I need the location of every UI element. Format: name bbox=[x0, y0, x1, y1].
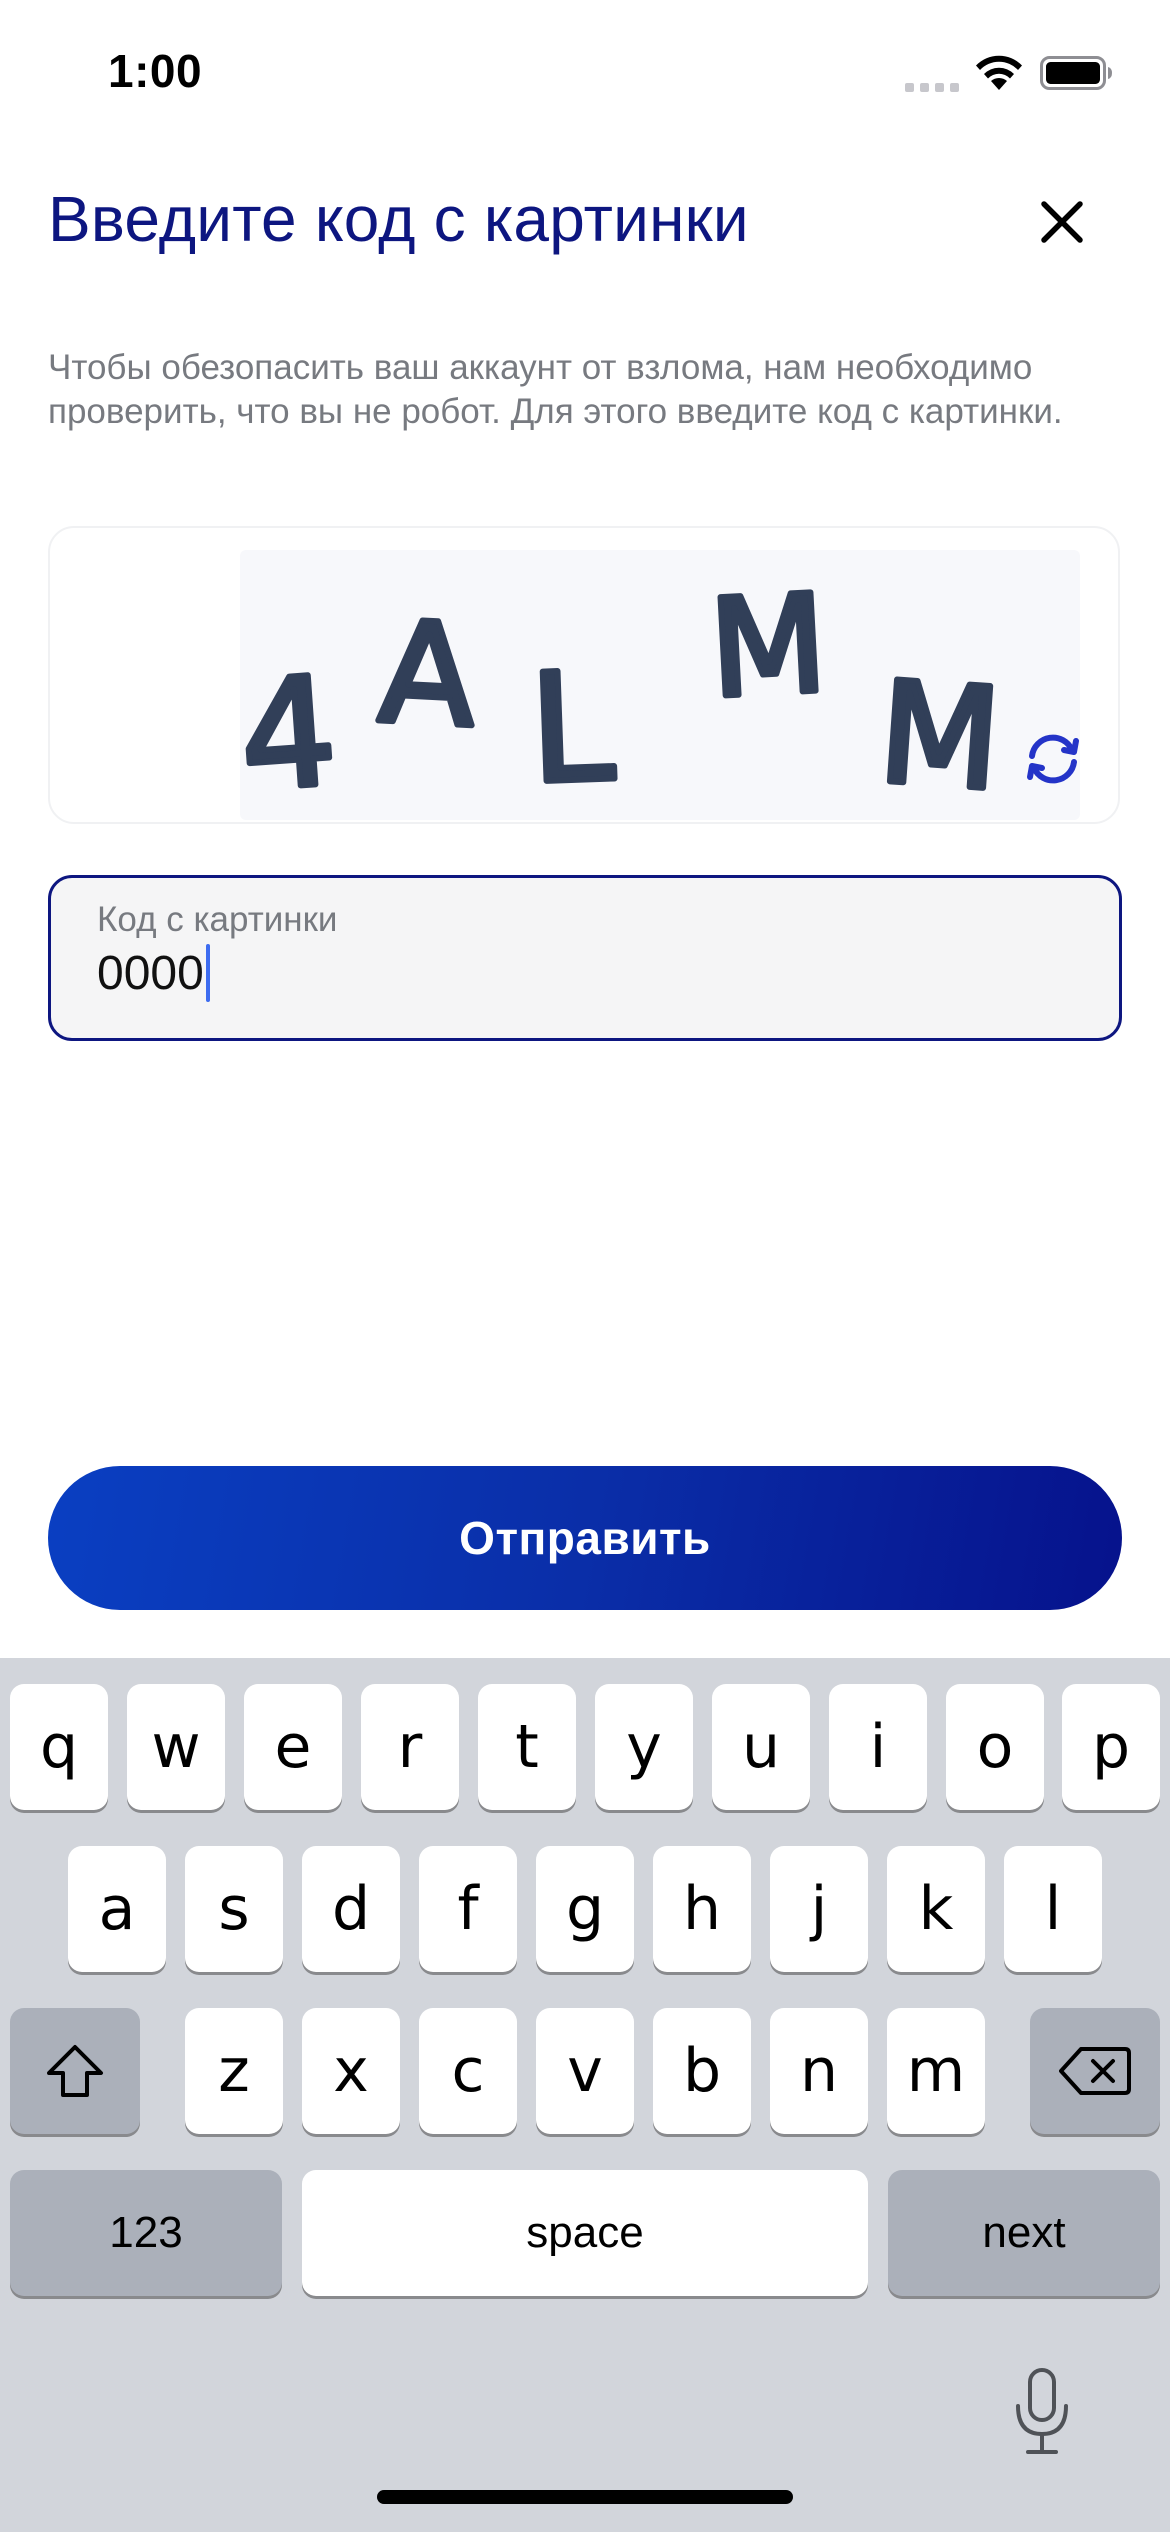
key-p[interactable]: p bbox=[1062, 1684, 1160, 1810]
status-time: 1:00 bbox=[108, 45, 203, 97]
key-j[interactable]: j bbox=[770, 1846, 868, 1972]
key-k[interactable]: k bbox=[887, 1846, 985, 1972]
key-q[interactable]: q bbox=[10, 1684, 108, 1810]
key-f[interactable]: f bbox=[419, 1846, 517, 1972]
cellular-signal-icon bbox=[905, 78, 961, 92]
shift-key[interactable] bbox=[10, 2008, 140, 2134]
key-o[interactable]: o bbox=[946, 1684, 1044, 1810]
captcha-char-3: L bbox=[527, 641, 617, 818]
key-i[interactable]: i bbox=[829, 1684, 927, 1810]
key-y[interactable]: y bbox=[595, 1684, 693, 1810]
wifi-icon bbox=[976, 55, 1022, 90]
key-r[interactable]: r bbox=[361, 1684, 459, 1810]
microphone-icon[interactable] bbox=[1010, 2366, 1074, 2456]
input-text: 0000 bbox=[97, 946, 204, 1000]
captcha-char-2: A bbox=[375, 591, 479, 759]
backspace-key[interactable] bbox=[1030, 2008, 1160, 2134]
key-l[interactable]: l bbox=[1004, 1846, 1102, 1972]
backspace-icon bbox=[1059, 2047, 1131, 2095]
numbers-key[interactable]: 123 bbox=[10, 2170, 282, 2296]
home-indicator bbox=[377, 2490, 793, 2504]
refresh-icon[interactable] bbox=[1020, 726, 1086, 792]
close-icon[interactable] bbox=[1030, 190, 1094, 254]
captcha-char-5: M bbox=[874, 652, 1006, 823]
input-label: Код с картинки bbox=[97, 900, 338, 939]
input-value[interactable]: 0000 bbox=[97, 944, 210, 1002]
captcha-code-input[interactable]: Код с картинки 0000 bbox=[48, 875, 1122, 1041]
key-g[interactable]: g bbox=[536, 1846, 634, 1972]
key-a[interactable]: a bbox=[68, 1846, 166, 1972]
next-key[interactable]: next bbox=[888, 2170, 1160, 2296]
key-w[interactable]: w bbox=[127, 1684, 225, 1810]
shift-icon bbox=[47, 2045, 103, 2097]
captcha-characters: 4 A L M M bbox=[232, 562, 1009, 824]
key-b[interactable]: b bbox=[653, 2008, 751, 2134]
key-v[interactable]: v bbox=[536, 2008, 634, 2134]
key-t[interactable]: t bbox=[478, 1684, 576, 1810]
description-text: Чтобы обезопасить ваш аккаунт от взлома,… bbox=[48, 348, 1063, 431]
captcha-char-4: M bbox=[706, 565, 831, 728]
text-caret bbox=[205, 944, 210, 1002]
key-u[interactable]: u bbox=[712, 1684, 810, 1810]
key-c[interactable]: c bbox=[419, 2008, 517, 2134]
key-s[interactable]: s bbox=[185, 1846, 283, 1972]
key-m[interactable]: m bbox=[887, 2008, 985, 2134]
key-d[interactable]: d bbox=[302, 1846, 400, 1972]
captcha-char-1: 4 bbox=[235, 645, 342, 824]
key-e[interactable]: e bbox=[244, 1684, 342, 1810]
battery-icon bbox=[1040, 56, 1112, 90]
submit-button[interactable]: Отправить bbox=[48, 1466, 1122, 1610]
key-z[interactable]: z bbox=[185, 2008, 283, 2134]
key-x[interactable]: x bbox=[302, 2008, 400, 2134]
key-h[interactable]: h bbox=[653, 1846, 751, 1972]
page-title: Введите код с картинки bbox=[48, 183, 749, 255]
keyboard: q w e r t y u i o p a s d f g h j k l z … bbox=[0, 1658, 1170, 2532]
key-n[interactable]: n bbox=[770, 2008, 868, 2134]
captcha-image-box: 4 A L M M bbox=[48, 526, 1120, 824]
space-key[interactable]: space bbox=[302, 2170, 868, 2296]
status-bar: 1:00 bbox=[0, 0, 1170, 150]
